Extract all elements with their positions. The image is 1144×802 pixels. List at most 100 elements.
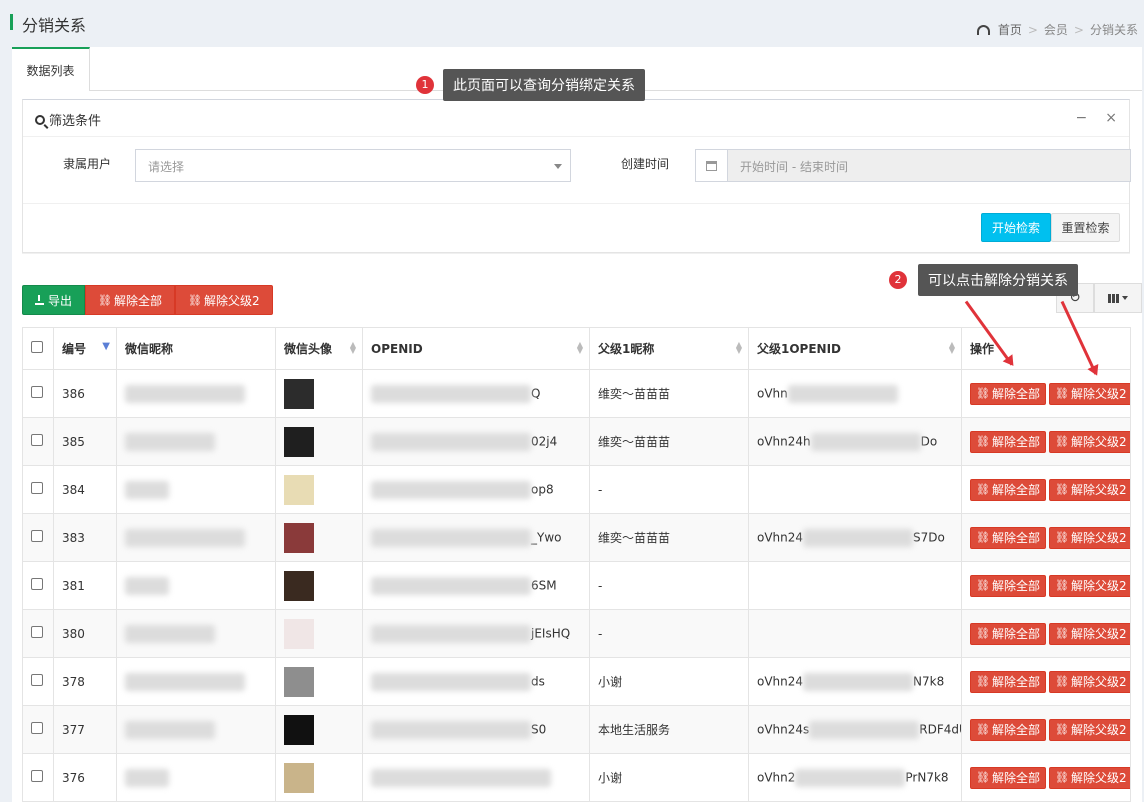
row-remove-parent2-button[interactable]: ⛓ 解除父级2 bbox=[1048, 526, 1130, 549]
cell-parent1: - bbox=[589, 561, 749, 610]
header-id[interactable]: 编号 ▼ bbox=[53, 327, 117, 370]
breadcrumb-member[interactable]: 会员 bbox=[1044, 21, 1068, 38]
row-checkbox[interactable] bbox=[31, 434, 43, 446]
cell-id: 380 bbox=[53, 609, 117, 658]
close-icon[interactable]: × bbox=[1105, 110, 1117, 126]
header-avatar[interactable]: 微信头像 ▲ ▼ bbox=[275, 327, 363, 370]
row-checkbox[interactable] bbox=[31, 770, 43, 782]
breadcrumb-home[interactable]: 首页 bbox=[998, 21, 1022, 38]
cell-nickname bbox=[116, 561, 276, 610]
row-remove-parent2-label: 解除父级2 bbox=[1070, 675, 1127, 689]
row-remove-all-button[interactable]: ⛓ 解除全部 bbox=[970, 478, 1046, 501]
tip-marker-2: 2 bbox=[889, 271, 907, 289]
tip-marker-1: 1 bbox=[416, 76, 434, 94]
cell-parent1: 维奕～苗苗苗 bbox=[589, 417, 749, 466]
row-checkbox[interactable] bbox=[31, 482, 43, 494]
openid-suffix: 02j4 bbox=[531, 434, 558, 448]
cell-avatar bbox=[275, 753, 363, 802]
row-select-cell[interactable] bbox=[22, 417, 54, 466]
row-remove-all-button[interactable]: ⛓ 解除全部 bbox=[970, 622, 1046, 645]
row-select-cell[interactable] bbox=[22, 753, 54, 802]
row-checkbox[interactable] bbox=[31, 674, 43, 686]
row-select-cell[interactable] bbox=[22, 657, 54, 706]
chevron-down-icon bbox=[554, 164, 562, 169]
parent-openid-suffix: PrN7k8 bbox=[905, 770, 949, 784]
row-remove-parent2-button[interactable]: ⛓ 解除父级2 bbox=[1048, 478, 1130, 501]
parent-openid-prefix: oVhn24h bbox=[757, 434, 811, 448]
select-all-checkbox[interactable] bbox=[31, 341, 43, 353]
export-button[interactable]: 导出 bbox=[22, 285, 86, 315]
row-remove-all-button[interactable]: ⛓ 解除全部 bbox=[970, 526, 1046, 549]
row-remove-parent2-button[interactable]: ⛓ 解除父级2 bbox=[1048, 718, 1130, 741]
openid-suffix: S0 bbox=[531, 722, 547, 736]
unlink-icon: ⛓ bbox=[976, 435, 990, 448]
date-range-input[interactable]: 开始时间 - 结束时间 bbox=[695, 149, 1131, 182]
unlink-icon: ⛓ bbox=[1054, 675, 1069, 688]
row-remove-parent2-button[interactable]: ⛓ 解除父级2 bbox=[1048, 622, 1130, 645]
minimize-icon[interactable]: − bbox=[1076, 110, 1088, 126]
user-select[interactable]: 请选择 bbox=[135, 149, 571, 182]
reset-button[interactable]: 重置检索 bbox=[1051, 213, 1120, 242]
row-remove-all-button[interactable]: ⛓ 解除全部 bbox=[970, 430, 1046, 453]
cell-parent1-openid: oVhn2 PrN7k8 bbox=[748, 753, 962, 802]
row-checkbox[interactable] bbox=[31, 386, 43, 398]
row-checkbox[interactable] bbox=[31, 722, 43, 734]
redacted-openid bbox=[371, 432, 531, 451]
row-remove-parent2-label: 解除父级2 bbox=[1070, 579, 1127, 593]
table-row: 381 6SM - ⛓ 解除全部 ⛓ 解除父级2 bbox=[22, 561, 1131, 610]
row-remove-parent2-button[interactable]: ⛓ 解除父级2 bbox=[1048, 574, 1130, 597]
header-openid[interactable]: OPENID ▲ ▼ bbox=[362, 327, 590, 370]
openid-suffix: ds bbox=[531, 674, 545, 688]
avatar bbox=[284, 762, 314, 793]
row-select-cell[interactable] bbox=[22, 465, 54, 514]
avatar bbox=[284, 426, 314, 457]
cell-openid bbox=[362, 753, 590, 802]
content-panel: 数据列表 筛选条件 − × 隶属用户 请选择 创建时间 开始时间 - 结束时间 … bbox=[12, 47, 1142, 802]
row-checkbox[interactable] bbox=[31, 626, 43, 638]
cell-actions: ⛓ 解除全部 ⛓ 解除父级2 bbox=[961, 561, 1131, 610]
table-row: 380 jEIsHQ - ⛓ 解除全部 ⛓ 解除父级2 bbox=[22, 609, 1131, 658]
row-checkbox[interactable] bbox=[31, 578, 43, 590]
dashboard-icon bbox=[976, 24, 990, 35]
header-select-all[interactable] bbox=[22, 327, 54, 370]
row-remove-parent2-button[interactable]: ⛓ 解除父级2 bbox=[1048, 766, 1130, 789]
row-remove-parent2-button[interactable]: ⛓ 解除父级2 bbox=[1048, 670, 1130, 693]
cell-avatar bbox=[275, 369, 363, 418]
cell-parent1-openid: oVhn24s RDF4dU bbox=[748, 705, 962, 754]
table-header-row: 编号 ▼ 微信昵称 微信头像 ▲ ▼ OPENID ▲ ▼ 父级1昵称 ▲ ▼ 父级1OPEN… bbox=[22, 327, 1131, 370]
search-icon bbox=[35, 114, 45, 125]
cell-actions: ⛓ 解除全部 ⛓ 解除父级2 bbox=[961, 369, 1131, 418]
row-remove-all-button[interactable]: ⛓ 解除全部 bbox=[970, 382, 1046, 405]
calendar-addon bbox=[696, 150, 728, 181]
row-select-cell[interactable] bbox=[22, 369, 54, 418]
header-parent1-openid[interactable]: 父级1OPENID ▲ ▼ bbox=[748, 327, 962, 370]
cell-avatar bbox=[275, 561, 363, 610]
row-remove-parent2-button[interactable]: ⛓ 解除父级2 bbox=[1048, 430, 1130, 453]
row-remove-all-button[interactable]: ⛓ 解除全部 bbox=[970, 670, 1046, 693]
cell-avatar bbox=[275, 465, 363, 514]
tab-data-list[interactable]: 数据列表 bbox=[12, 47, 90, 91]
cell-nickname bbox=[116, 417, 276, 466]
row-remove-all-button[interactable]: ⛓ 解除全部 bbox=[970, 574, 1046, 597]
columns-toggle-button[interactable] bbox=[1094, 283, 1142, 313]
box-tools: − × bbox=[1076, 110, 1117, 126]
row-remove-parent2-button[interactable]: ⛓ 解除父级2 bbox=[1048, 382, 1130, 405]
header-parent1[interactable]: 父级1昵称 ▲ ▼ bbox=[589, 327, 749, 370]
sort-icon: ▲ ▼ bbox=[735, 340, 742, 355]
row-select-cell[interactable] bbox=[22, 513, 54, 562]
header-nickname-label: 微信昵称 bbox=[125, 342, 174, 356]
openid-suffix: op8 bbox=[531, 482, 554, 496]
row-select-cell[interactable] bbox=[22, 609, 54, 658]
row-remove-all-button[interactable]: ⛓ 解除全部 bbox=[970, 766, 1046, 789]
row-select-cell[interactable] bbox=[22, 705, 54, 754]
remove-all-button[interactable]: ⛓ 解除全部 bbox=[85, 285, 175, 315]
filter-title: 筛选条件 bbox=[35, 110, 101, 129]
row-select-cell[interactable] bbox=[22, 561, 54, 610]
unlink-icon: ⛓ bbox=[976, 387, 990, 400]
row-remove-all-button[interactable]: ⛓ 解除全部 bbox=[970, 718, 1046, 741]
tooltip-1: 此页面可以查询分销绑定关系 bbox=[443, 69, 645, 101]
remove-parent2-button[interactable]: ⛓ 解除父级2 bbox=[175, 285, 273, 315]
row-checkbox[interactable] bbox=[31, 530, 43, 542]
date-range-placeholder: 开始时间 - 结束时间 bbox=[740, 160, 848, 174]
search-button[interactable]: 开始检索 bbox=[981, 213, 1051, 242]
